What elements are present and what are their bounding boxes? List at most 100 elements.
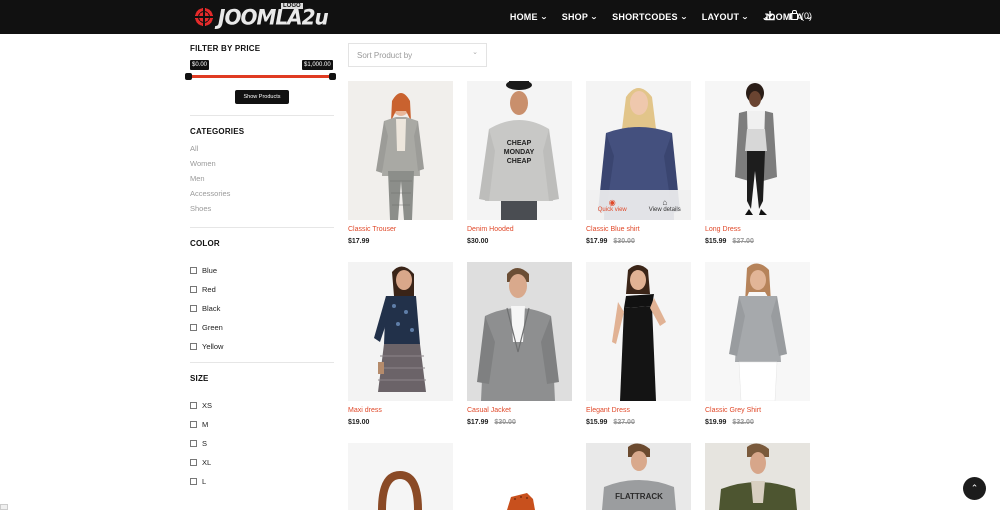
product-old-price: $30.00 [613,238,635,245]
quick-view-button[interactable]: ◉ Quick view [586,190,639,220]
checkbox[interactable] [190,324,197,331]
product-name[interactable]: Maxi dress [348,407,382,414]
product-price-row: $17.99 $30.00 [467,419,516,426]
view-details-button[interactable]: ⌂ View details [639,190,692,220]
cart-button[interactable]: (0) [790,9,812,21]
product-card[interactable]: Classic Trouser $17.99 [348,81,453,245]
product-image[interactable] [348,443,453,510]
checkbox[interactable] [190,343,197,350]
product-name[interactable]: Denim Hooded [467,226,514,233]
color-option-black[interactable]: Black [190,299,223,318]
product-image[interactable] [348,262,453,401]
color-option-label: Red [202,285,216,294]
product-name[interactable]: Casual Jacket [467,407,511,414]
color-option-red[interactable]: Red [190,280,223,299]
divider [190,227,334,228]
checkbox[interactable] [190,305,197,312]
product-name[interactable]: Long Dress [705,226,741,233]
checkbox[interactable] [190,286,197,293]
product-card[interactable]: Casual Jacket $17.99 $30.00 [467,262,572,426]
product-card[interactable]: ◉ Quick view ⌂ View details Classic Blue… [586,81,691,245]
scroll-to-top-button[interactable]: ⌃ [963,477,986,500]
category-item-shoes[interactable]: Shoes [190,204,230,219]
product-price-row: $17.99 [348,238,369,245]
eye-icon: ◉ [608,197,616,207]
logo-text: JOOMLA2u [218,4,329,30]
size-option-xl[interactable]: XL [190,453,212,472]
color-option-blue[interactable]: Blue [190,261,223,280]
nav-shortcodes[interactable]: SHORTCODES ⌄ [612,12,687,22]
top-navbar: JOOMLA2u LOGO HOME ⌄ SHOP ⌄ SHORTCODES ⌄ LA… [0,0,1000,34]
checkbox[interactable] [190,267,197,274]
size-option-l[interactable]: L [190,472,212,491]
product-card[interactable] [348,443,453,510]
size-option-label: S [202,439,208,448]
product-image[interactable] [705,262,810,401]
checkbox[interactable] [190,478,197,485]
product-image[interactable] [467,443,572,510]
product-image[interactable] [348,81,453,220]
product-card[interactable]: Classic Grey Shirt $19.99 $32.00 [705,262,810,426]
logo-globe-icon [191,4,217,30]
product-card[interactable] [467,443,572,510]
product-old-price: $27.00 [613,419,635,426]
checkbox[interactable] [190,402,197,409]
sort-select[interactable]: Sort Product by ⌄ [348,43,487,67]
category-item-men[interactable]: Men [190,174,230,189]
product-photo-trouser [348,81,453,220]
download-icon[interactable] [765,10,775,21]
price-slider-min-handle[interactable] [185,73,192,80]
price-slider-track[interactable] [187,75,334,78]
product-image[interactable]: FLATTRACK [586,443,691,510]
chevron-down-icon: ⌄ [472,49,478,56]
size-option-xs[interactable]: XS [190,396,212,415]
tshirt-print-text: FLATTRACK [615,492,663,501]
checkbox[interactable] [190,440,197,447]
product-card[interactable]: CHEAP MONDAY CHEAP Denim Hooded $30.00 [467,81,572,245]
chevron-down-icon: ⌄ [539,14,548,21]
product-card[interactable]: Long Dress $15.99 $27.00 [705,81,810,245]
product-card[interactable] [705,443,810,510]
product-image[interactable] [586,262,691,401]
product-price: $17.99 [348,238,370,245]
nav-shop[interactable]: SHOP ⌄ [562,12,598,22]
product-old-price: $30.00 [494,419,516,426]
product-price-row: $30.00 [467,238,488,245]
color-option-green[interactable]: Green [190,318,223,337]
svg-text:CHEAP: CHEAP [507,140,532,147]
size-option-s[interactable]: S [190,434,212,453]
product-name[interactable]: Classic Trouser [348,226,396,233]
product-image[interactable] [467,262,572,401]
product-name[interactable]: Classic Grey Shirt [705,407,761,414]
product-name[interactable]: Classic Blue shirt [586,226,640,233]
category-item-all[interactable]: All [190,144,230,159]
price-slider-max-handle[interactable] [329,73,336,80]
product-price: $19.00 [348,419,370,426]
product-price: $15.99 [586,419,608,426]
product-image[interactable]: CHEAP MONDAY CHEAP [467,81,572,220]
divider [190,115,334,116]
checkbox[interactable] [190,459,197,466]
product-photo-tshirt: FLATTRACK [586,443,691,510]
nav-layout[interactable]: LAYOUT ⌄ [702,12,749,22]
product-photo-sweatshirt: CHEAP MONDAY CHEAP [467,81,572,220]
product-image[interactable] [705,81,810,220]
size-option-m[interactable]: M [190,415,212,434]
product-image[interactable] [705,443,810,510]
product-card[interactable]: Maxi dress $19.00 [348,262,453,426]
product-name[interactable]: Elegant Dress [586,407,630,414]
product-card[interactable]: FLATTRACK [586,443,691,510]
nav-home[interactable]: HOME ⌄ [510,12,548,22]
checkbox[interactable] [190,421,197,428]
category-item-women[interactable]: Women [190,159,230,174]
site-logo[interactable]: JOOMLA2u LOGO [191,3,329,30]
size-filter-title: SIZE [190,374,209,383]
product-image[interactable]: ◉ Quick view ⌂ View details [586,81,691,220]
product-card[interactable]: Elegant Dress $15.99 $27.00 [586,262,691,426]
product-price-row: $17.99 $30.00 [586,238,635,245]
svg-text:CHEAP: CHEAP [507,158,532,165]
color-option-yellow[interactable]: Yellow [190,337,223,356]
show-products-button[interactable]: Show Products [235,90,289,104]
category-item-accessories[interactable]: Accessories [190,189,230,204]
size-option-label: XS [202,401,213,410]
